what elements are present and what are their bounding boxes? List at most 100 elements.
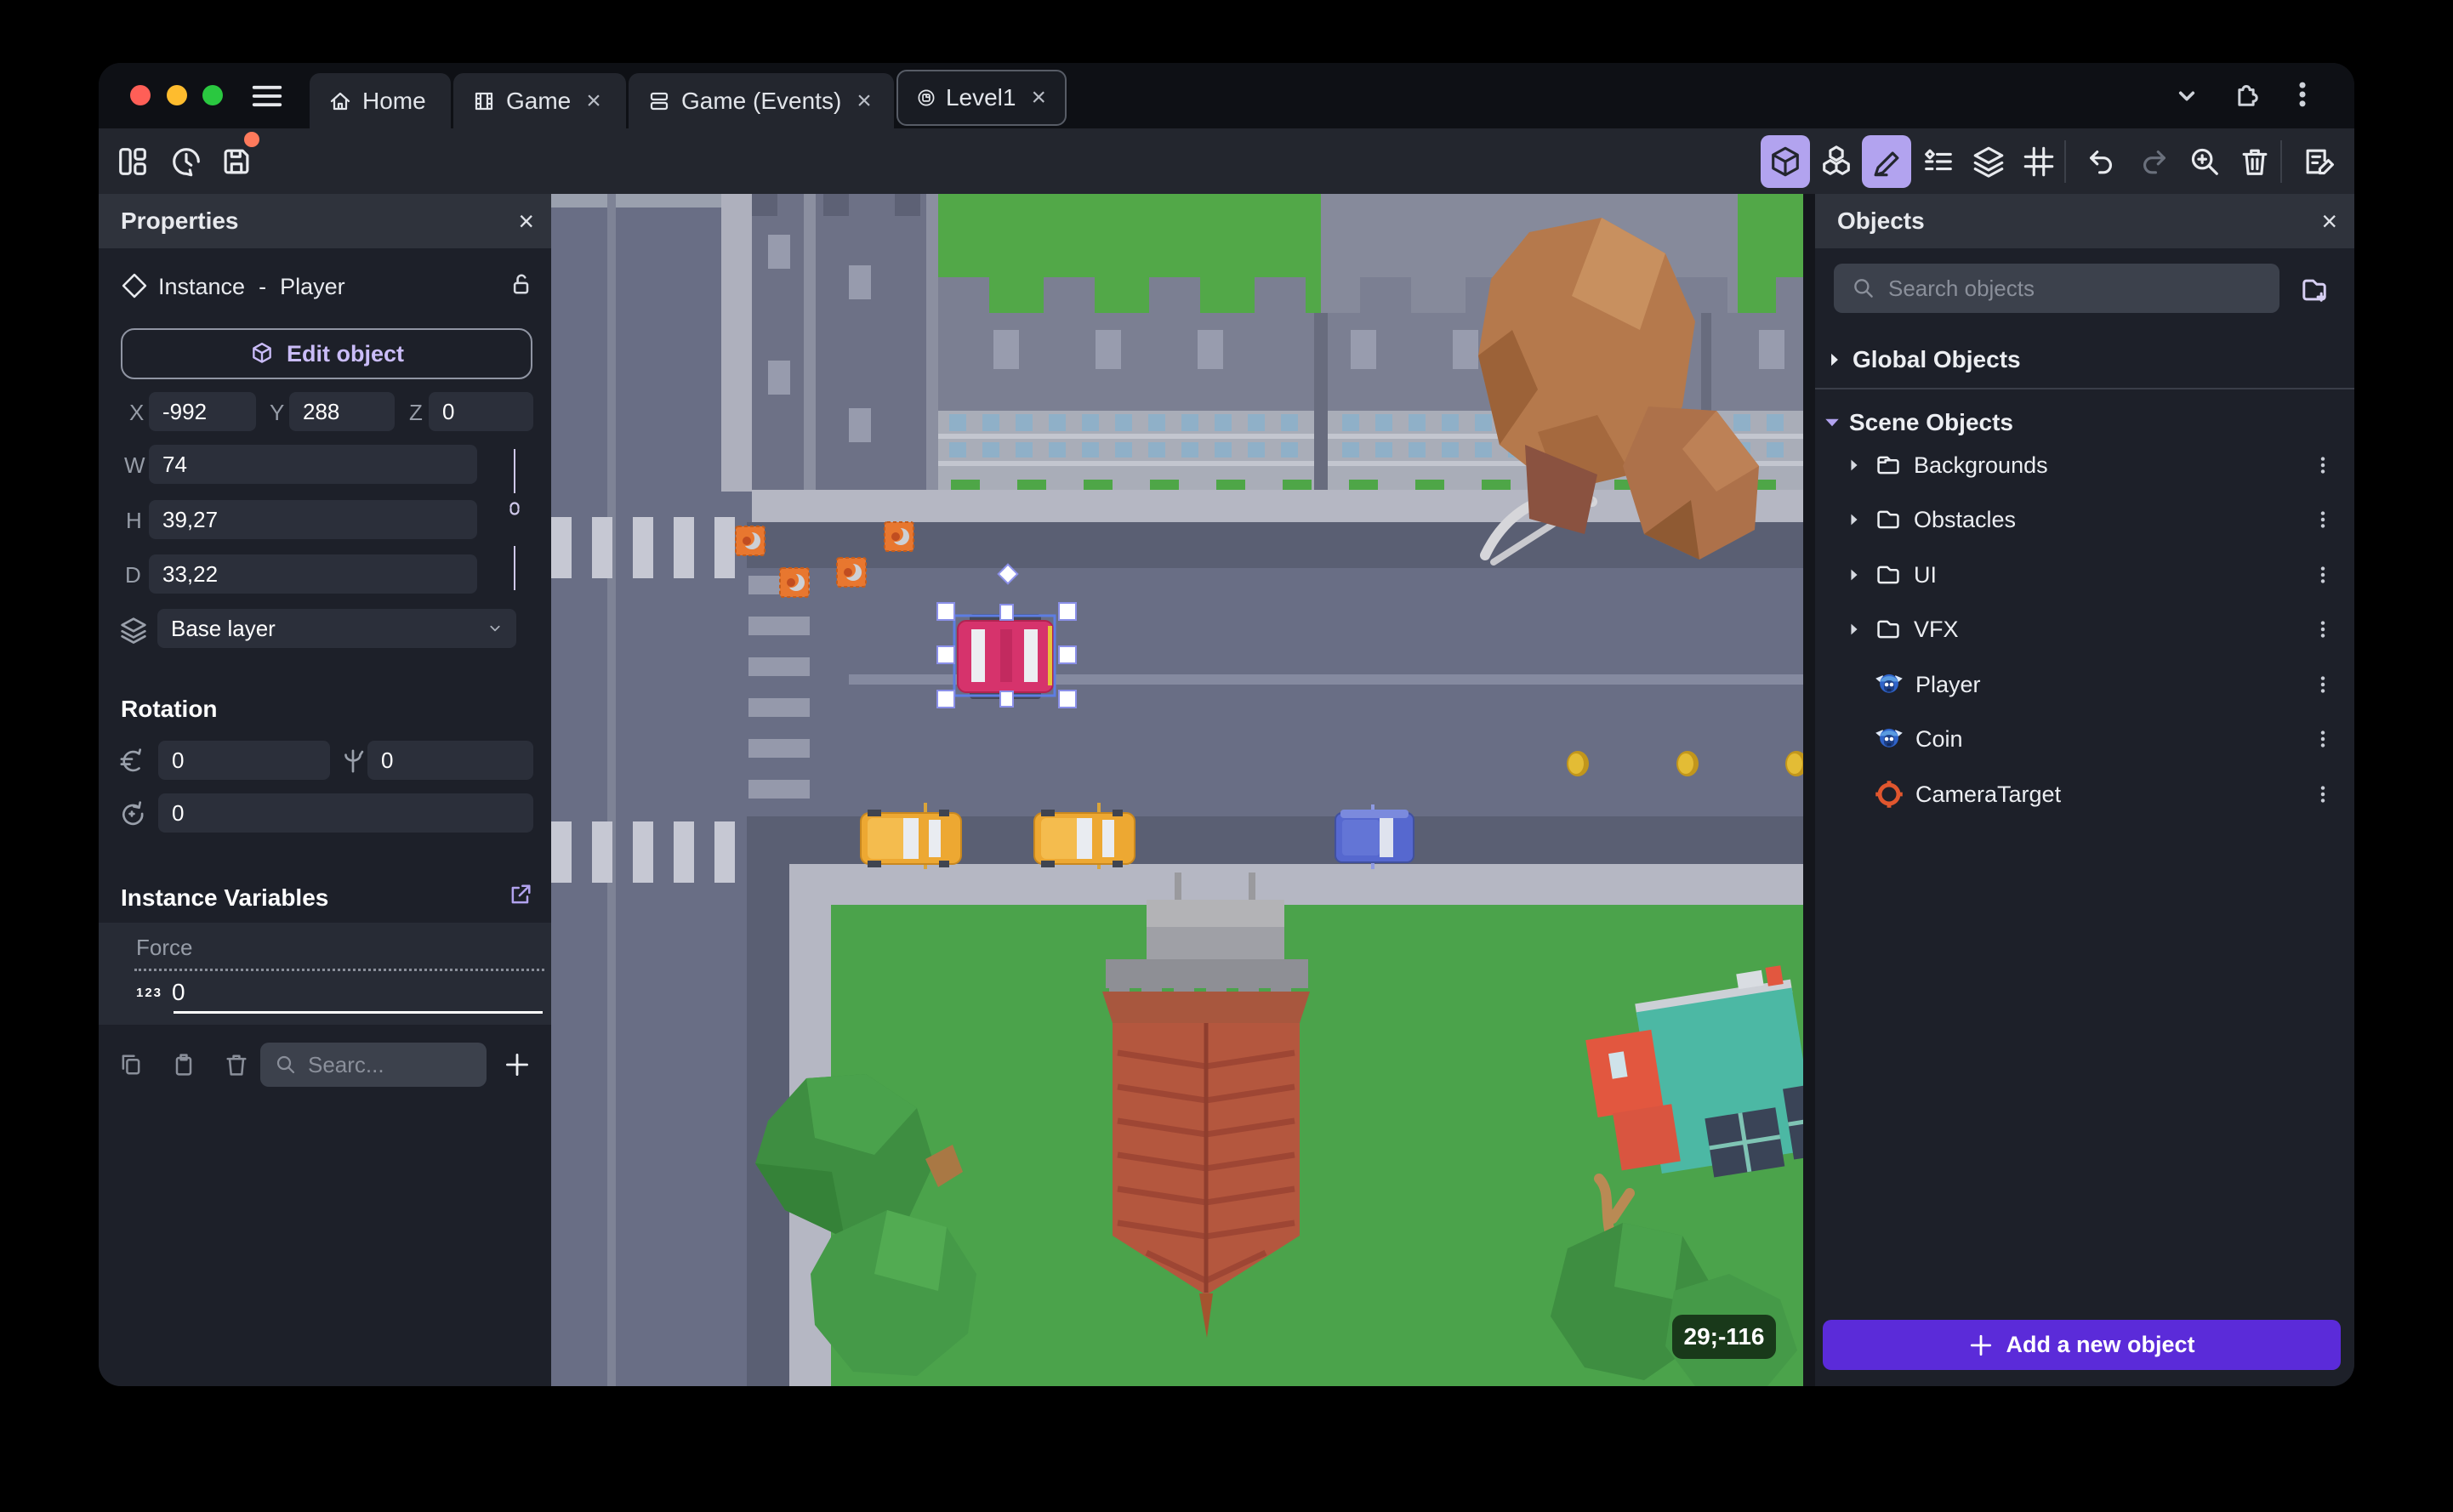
object-label: CameraTarget	[1915, 781, 2062, 807]
object-row-player[interactable]: Player	[1815, 658, 2354, 711]
edit-object-button[interactable]: Edit object	[121, 328, 532, 379]
tool-3d-view-button[interactable]	[1761, 135, 1810, 188]
global-objects-group[interactable]: Global Objects	[1815, 333, 2354, 386]
object-row-backgrounds[interactable]: Backgrounds	[1815, 439, 2354, 492]
tool-grid-button[interactable]	[2014, 135, 2063, 188]
unlock-icon[interactable]	[507, 270, 534, 298]
tab-close-icon[interactable]: ×	[1031, 83, 1046, 112]
paste-icon[interactable]	[170, 1051, 197, 1078]
rotation-y-field[interactable]: 0	[367, 741, 533, 780]
save-floppy-icon	[224, 149, 249, 174]
folder-icon	[1877, 620, 1899, 639]
h-field[interactable]: 39,27	[149, 500, 477, 539]
tool-edit-button[interactable]	[1862, 135, 1911, 188]
save-button[interactable]	[212, 132, 261, 188]
w-label: W	[124, 452, 145, 478]
kebab-menu-icon[interactable]	[2312, 728, 2334, 750]
history-button[interactable]	[162, 135, 211, 188]
x-field[interactable]: -992	[149, 392, 256, 431]
minimize-traffic-light[interactable]	[167, 85, 187, 105]
add-folder-icon[interactable]	[2298, 274, 2331, 306]
extensions-puzzle-icon[interactable]	[2230, 78, 2262, 111]
properties-title: Properties	[121, 207, 239, 234]
chevron-right-icon	[1851, 623, 1858, 635]
scene-canvas[interactable]: 29;-116	[551, 194, 1803, 1386]
blocks-icon	[1823, 145, 1850, 175]
close-icon[interactable]: ×	[2321, 206, 2337, 237]
selected-player-car[interactable]	[953, 614, 1056, 699]
object-row-vfx[interactable]: VFX	[1815, 603, 2354, 656]
hamburger-menu-icon[interactable]	[252, 84, 282, 108]
group-divider	[1815, 388, 2354, 389]
instance-label: Instance	[158, 274, 246, 299]
tool-instances-list-button[interactable]	[1914, 135, 1963, 188]
zoom-in-button[interactable]	[2180, 135, 2229, 188]
variable-value[interactable]: 0	[172, 979, 185, 1006]
app-window: Home Game × Game (Events) × Level1 × Pro…	[99, 63, 2354, 1386]
copy-icon[interactable]	[117, 1051, 145, 1078]
tab-level1[interactable]: Level1 ×	[896, 70, 1067, 126]
delete-button[interactable]	[2230, 135, 2279, 188]
object-row-cameratarget[interactable]: CameraTarget	[1815, 768, 2354, 821]
close-icon[interactable]: ×	[518, 206, 534, 237]
object-row-ui[interactable]: UI	[1815, 549, 2354, 601]
tab-close-icon[interactable]: ×	[586, 87, 601, 116]
z-field[interactable]: 0	[429, 392, 533, 431]
external-link-icon[interactable]	[507, 881, 534, 908]
y-field[interactable]: 288	[289, 392, 395, 431]
variables-search-input[interactable]: Searc...	[260, 1043, 487, 1087]
redo-button[interactable]	[2130, 135, 2179, 188]
plus-icon	[1971, 1334, 1992, 1356]
redo-icon	[2143, 151, 2166, 174]
cube-3d-icon	[1772, 146, 1799, 177]
kebab-menu-icon[interactable]	[2312, 618, 2334, 640]
tab-bar: Home Game × Game (Events) × Level1 ×	[99, 63, 2354, 128]
edit-object-label: Edit object	[286, 340, 404, 367]
d-label: D	[125, 562, 141, 588]
notes-edit-icon	[2306, 149, 2334, 175]
zoom-traffic-light[interactable]	[202, 85, 223, 105]
rotation-x-field[interactable]: 0	[158, 741, 330, 780]
close-traffic-light[interactable]	[130, 85, 151, 105]
d-field[interactable]: 33,22	[149, 554, 477, 594]
open-events-editor-button[interactable]	[2294, 135, 2343, 188]
size-link-line	[514, 449, 515, 493]
kebab-menu-icon[interactable]	[2312, 674, 2334, 696]
link-size-icon[interactable]	[503, 497, 526, 520]
npc-car-yellow	[860, 803, 962, 869]
tab-home[interactable]: Home	[310, 73, 451, 128]
rotation-z-field[interactable]: 0	[158, 793, 533, 833]
layer-select[interactable]: Base layer	[157, 609, 516, 648]
kebab-menu-icon[interactable]	[2312, 564, 2334, 586]
kebab-menu-icon[interactable]	[2312, 783, 2334, 805]
trash-icon[interactable]	[223, 1051, 250, 1078]
instance-diamond-icon	[122, 273, 147, 298]
film-icon	[475, 92, 493, 110]
variable-name[interactable]: Force	[136, 935, 192, 961]
object-row-obstacles[interactable]: Obstacles	[1815, 493, 2354, 546]
variable-value-underline	[174, 1011, 543, 1014]
tool-objects-button[interactable]	[1812, 135, 1861, 188]
w-field[interactable]: 74	[149, 445, 477, 484]
group-label: Global Objects	[1853, 346, 2021, 372]
variable-type-badge: 123	[136, 986, 163, 1000]
tab-game-events[interactable]: Game (Events) ×	[629, 73, 894, 128]
group-label: Scene Objects	[1849, 409, 2013, 435]
tab-game[interactable]: Game ×	[453, 73, 626, 128]
layout-icon	[119, 148, 146, 175]
z-label: Z	[409, 400, 423, 425]
chevron-down-icon[interactable]	[2172, 82, 2201, 111]
tool-layers-button[interactable]	[1964, 135, 2013, 188]
objects-search-input[interactable]: Search objects	[1834, 264, 2279, 313]
layout-panels-button[interactable]	[108, 135, 157, 188]
object-row-coin[interactable]: Coin	[1815, 713, 2354, 765]
object-label: Backgrounds	[1914, 452, 2048, 478]
npc-car-blue	[1335, 804, 1414, 869]
kebab-menu-icon[interactable]	[2286, 78, 2319, 111]
kebab-menu-icon[interactable]	[2312, 454, 2334, 476]
add-new-object-button[interactable]: Add a new object	[1823, 1320, 2341, 1370]
kebab-menu-icon[interactable]	[2312, 509, 2334, 531]
add-variable-plus-icon[interactable]	[502, 1049, 532, 1080]
tab-close-icon[interactable]: ×	[857, 87, 872, 116]
undo-button[interactable]	[2076, 135, 2126, 188]
